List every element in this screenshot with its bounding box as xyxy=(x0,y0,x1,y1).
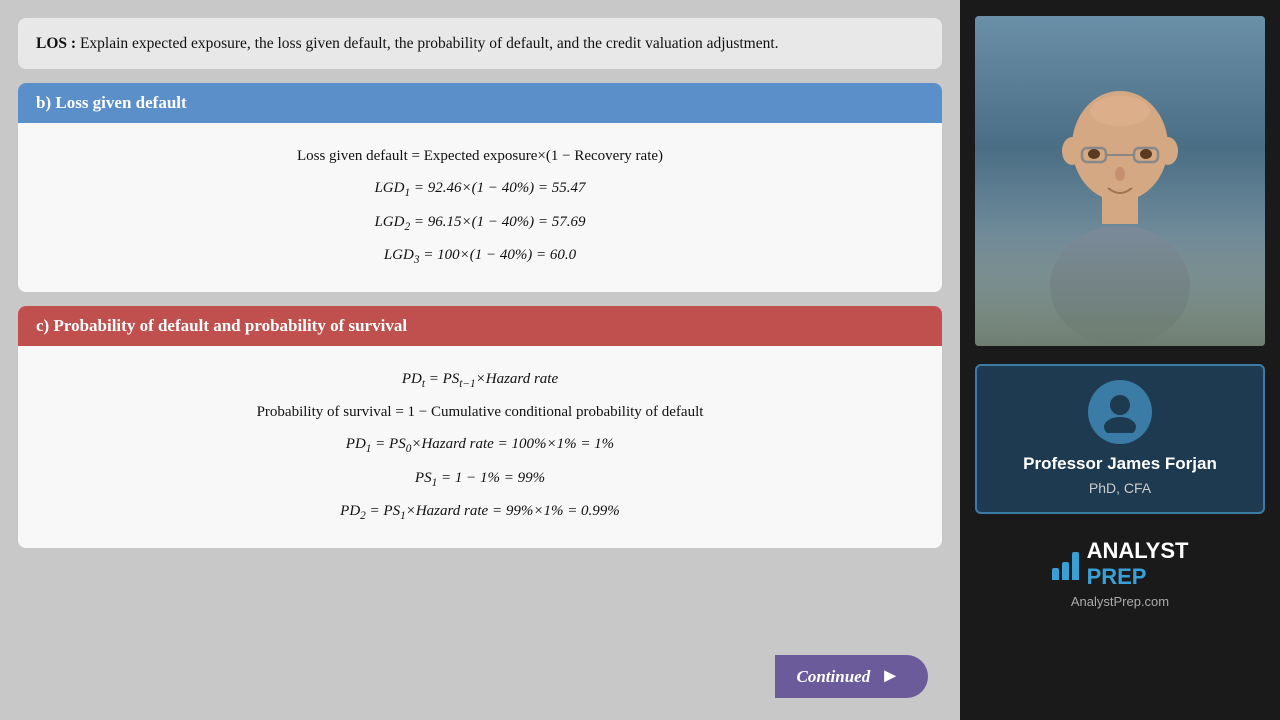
los-label: LOS : xyxy=(36,35,76,52)
logo-analyst-text: ANALYST xyxy=(1087,538,1189,563)
bar-3 xyxy=(1072,552,1079,580)
pd2-formula: PD2 = PS1×Hazard rate = 99%×1% = 0.99% xyxy=(38,496,922,528)
professor-avatar xyxy=(1088,380,1152,444)
lgd-formula-main: Loss given default = Expected exposure×(… xyxy=(38,141,922,171)
pd-formula-main: PDt = PSt−1×Hazard rate xyxy=(38,364,922,396)
bar-2 xyxy=(1062,562,1069,580)
section-b-header: b) Loss given default xyxy=(18,83,942,123)
analyst-prep-logo: ANALYST PREP AnalystPrep.com xyxy=(1052,538,1189,609)
professor-silhouette xyxy=(1020,66,1220,346)
pd1-formula: PD1 = PS0×Hazard rate = 100%×1% = 1% xyxy=(38,429,922,461)
professor-name: Professor James Forjan xyxy=(1023,454,1217,474)
video-placeholder xyxy=(975,16,1265,346)
bar-1 xyxy=(1052,568,1059,580)
video-feed xyxy=(975,16,1265,346)
person-icon xyxy=(1099,391,1141,433)
logo-text-group: ANALYST PREP xyxy=(1087,538,1189,590)
section-b-card: b) Loss given default Loss given default… xyxy=(18,83,942,292)
lgd-formula-3: LGD3 = 100×(1 − 40%) = 60.0 xyxy=(38,240,922,272)
continued-label: Continued xyxy=(797,667,871,687)
logo-bars-icon xyxy=(1052,548,1079,580)
lgd-formula-2: LGD2 = 96.15×(1 − 40%) = 57.69 xyxy=(38,207,922,239)
section-b-body: Loss given default = Expected exposure×(… xyxy=(18,123,942,292)
ps1-formula: PS1 = 1 − 1% = 99% xyxy=(38,463,922,495)
professor-card: Professor James Forjan PhD, CFA xyxy=(975,364,1265,514)
section-c-card: c) Probability of default and probabilit… xyxy=(18,306,942,548)
lgd-formula-1: LGD1 = 92.46×(1 − 40%) = 55.47 xyxy=(38,173,922,205)
logo-row: ANALYST PREP xyxy=(1052,538,1189,590)
section-c-header: c) Probability of default and probabilit… xyxy=(18,306,942,346)
continued-button[interactable]: Continued ► xyxy=(775,655,929,698)
ps-definition: Probability of survival = 1 − Cumulative… xyxy=(38,397,922,427)
los-text: Explain expected exposure, the loss give… xyxy=(76,35,778,52)
sidebar: Professor James Forjan PhD, CFA ANALYST … xyxy=(960,0,1280,720)
logo-url: AnalystPrep.com xyxy=(1071,594,1169,609)
logo-prep-text: PREP xyxy=(1087,564,1147,589)
professor-title: PhD, CFA xyxy=(1089,480,1151,496)
los-box: LOS : Explain expected exposure, the los… xyxy=(18,18,942,69)
section-c-body: PDt = PSt−1×Hazard rate Probability of s… xyxy=(18,346,942,548)
arrow-icon: ► xyxy=(880,665,900,688)
